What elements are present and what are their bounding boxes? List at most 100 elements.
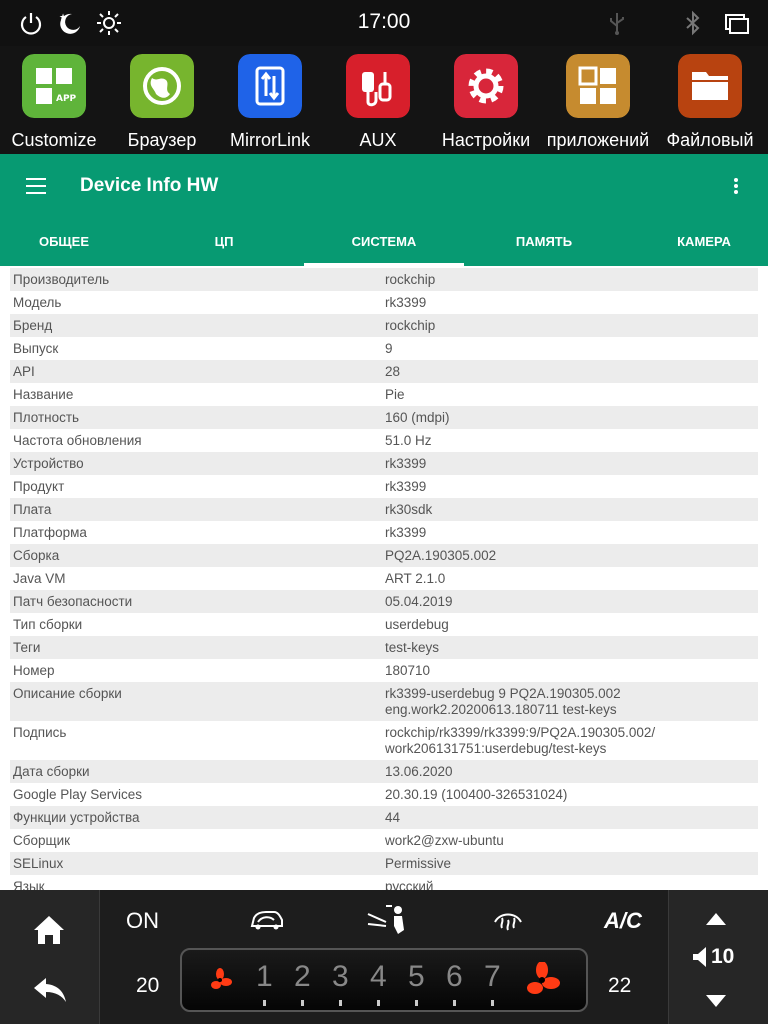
- info-value-line: 180710: [385, 663, 431, 678]
- info-value: 160 (mdpi): [385, 410, 450, 426]
- table-row: Google Play Services 20.30.19 (100400-326…: [10, 783, 758, 806]
- fan-level[interactable]: 4: [370, 960, 387, 994]
- info-value: rk3399-userdebug 9 PQ2A.190305.002 eng.wo…: [385, 686, 621, 718]
- info-value-line: 9: [385, 341, 393, 356]
- airflow-mode-icon[interactable]: [364, 902, 410, 936]
- tab-system[interactable]: СИСТЕМА: [304, 220, 464, 266]
- volume-control: 10: [668, 890, 768, 1024]
- system-info-list[interactable]: Производитель rockchip Модель rk3399 Бренд ro…: [0, 266, 768, 890]
- app-mirrorlink[interactable]: MirrorLink: [216, 52, 324, 152]
- volume-up-icon[interactable]: [705, 912, 727, 926]
- app-browser[interactable]: Браузер: [108, 52, 216, 152]
- table-row: Продукт rk3399: [10, 475, 758, 498]
- table-row: Устройство rk3399: [10, 452, 758, 475]
- info-key: Номер: [13, 663, 55, 678]
- info-value-line: PQ2A.190305.002: [385, 548, 497, 563]
- tab-cpu[interactable]: ЦП: [144, 220, 304, 266]
- info-value-line: ART 2.1.0: [385, 571, 446, 586]
- app-file-manager[interactable]: Файловый: [656, 52, 764, 152]
- app-settings[interactable]: Настройки: [432, 52, 540, 152]
- table-row: Сборщик work2@zxw-ubuntu: [10, 829, 758, 852]
- info-key: Язык: [13, 879, 45, 890]
- table-row: Производитель rockchip: [10, 268, 758, 291]
- globe-icon: [130, 54, 194, 118]
- app-aux[interactable]: AUX: [324, 52, 432, 152]
- air-recirculation-icon[interactable]: [248, 906, 286, 932]
- app-label: приложений: [546, 130, 650, 150]
- tab-camera[interactable]: КАМЕРА: [624, 220, 768, 266]
- fan-level[interactable]: 1: [256, 960, 273, 994]
- page-title: Device Info HW: [80, 175, 219, 196]
- tab-memory[interactable]: ПАМЯТЬ: [464, 220, 624, 266]
- home-icon[interactable]: [32, 914, 66, 946]
- ac-button[interactable]: A/C: [604, 908, 642, 934]
- info-value-line: 160 (mdpi): [385, 410, 450, 425]
- table-row: Java VM ART 2.1.0: [10, 567, 758, 590]
- info-value-line: rockchip/rk3399/rk3399:9/PQ2A.190305.002…: [385, 725, 656, 740]
- info-key: Плотность: [13, 410, 80, 425]
- fan-level[interactable]: 2: [294, 960, 311, 994]
- info-value: rk30sdk: [385, 502, 432, 518]
- fan-level[interactable]: 5: [408, 960, 425, 994]
- info-value: 44: [385, 810, 400, 826]
- tab-general[interactable]: ОБЩЕЕ: [0, 220, 144, 266]
- menu-icon[interactable]: [26, 178, 46, 194]
- info-value-line: Pie: [385, 387, 405, 402]
- bluetooth-icon: [686, 10, 700, 36]
- fan-high-icon[interactable]: [524, 962, 560, 998]
- recent-apps-icon[interactable]: [724, 10, 750, 36]
- info-key: Патч безопасности: [13, 594, 133, 609]
- info-key: SELinux: [13, 856, 64, 871]
- info-value-line: 13.06.2020: [385, 764, 453, 779]
- fan-low-icon[interactable]: [208, 968, 232, 992]
- svg-text:APP: APP: [56, 94, 77, 104]
- info-value: rockchip: [385, 318, 435, 334]
- fan-level[interactable]: 3: [332, 960, 349, 994]
- customize-app-icon: APP: [22, 54, 86, 118]
- table-row: Частота обновления 51.0 Hz: [10, 429, 758, 452]
- fan-level-tick: [339, 1000, 342, 1006]
- fan-level-tick: [491, 1000, 494, 1006]
- table-row: Плотность 160 (mdpi): [10, 406, 758, 429]
- temperature-left[interactable]: 20: [136, 974, 159, 998]
- app-customize[interactable]: APP Customize: [0, 52, 108, 152]
- info-key: Сборщик: [13, 833, 71, 848]
- back-icon[interactable]: [32, 976, 68, 1004]
- table-row: Номер 180710: [10, 659, 758, 682]
- fan-level[interactable]: 7: [484, 960, 501, 994]
- app-apps[interactable]: приложений: [544, 52, 652, 152]
- info-value-line: rk3399: [385, 295, 427, 310]
- app-label: Браузер: [127, 130, 197, 150]
- fan-level[interactable]: 6: [446, 960, 463, 994]
- more-options-icon[interactable]: [734, 178, 740, 196]
- info-value-line: rk3399: [385, 479, 427, 494]
- app-label: AUX: [359, 130, 397, 150]
- info-value-line: 44: [385, 810, 401, 825]
- app-label: MirrorLink: [229, 130, 310, 150]
- climate-on-button[interactable]: ON: [126, 908, 159, 934]
- fan-speed-slider[interactable]: 1234567: [180, 948, 588, 1012]
- table-row: SELinux Permissive: [10, 852, 758, 875]
- info-value-line: eng.work2.20200613.180711 test-keys: [385, 702, 617, 717]
- volume-down-icon[interactable]: [705, 994, 727, 1008]
- info-value-line: test-keys: [385, 640, 440, 655]
- info-key: Описание сборки: [13, 686, 122, 701]
- info-key: Подпись: [13, 725, 67, 740]
- info-value-line: rk3399: [385, 456, 427, 471]
- windshield-defrost-icon[interactable]: [492, 906, 524, 934]
- info-key: Дата сборки: [13, 764, 90, 779]
- fan-level-tick: [377, 1000, 380, 1006]
- info-value-line: rk3399: [385, 525, 427, 540]
- temperature-right[interactable]: 22: [608, 974, 631, 998]
- table-row: Описание сборки rk3399-userdebug 9 PQ2A.1…: [10, 682, 758, 721]
- info-value-line: userdebug: [385, 617, 449, 632]
- table-row: Функции устройства 44: [10, 806, 758, 829]
- app-bar: Device Info HW: [0, 154, 768, 220]
- info-value-line: 20.30.19 (100400-326531024): [385, 787, 568, 802]
- nav-buttons: [0, 890, 100, 1024]
- mirrorlink-icon: [238, 54, 302, 118]
- info-value: Pie: [385, 387, 405, 403]
- info-value: rk3399: [385, 295, 426, 311]
- folder-icon: [678, 54, 742, 118]
- info-value: 20.30.19 (100400-326531024): [385, 787, 567, 803]
